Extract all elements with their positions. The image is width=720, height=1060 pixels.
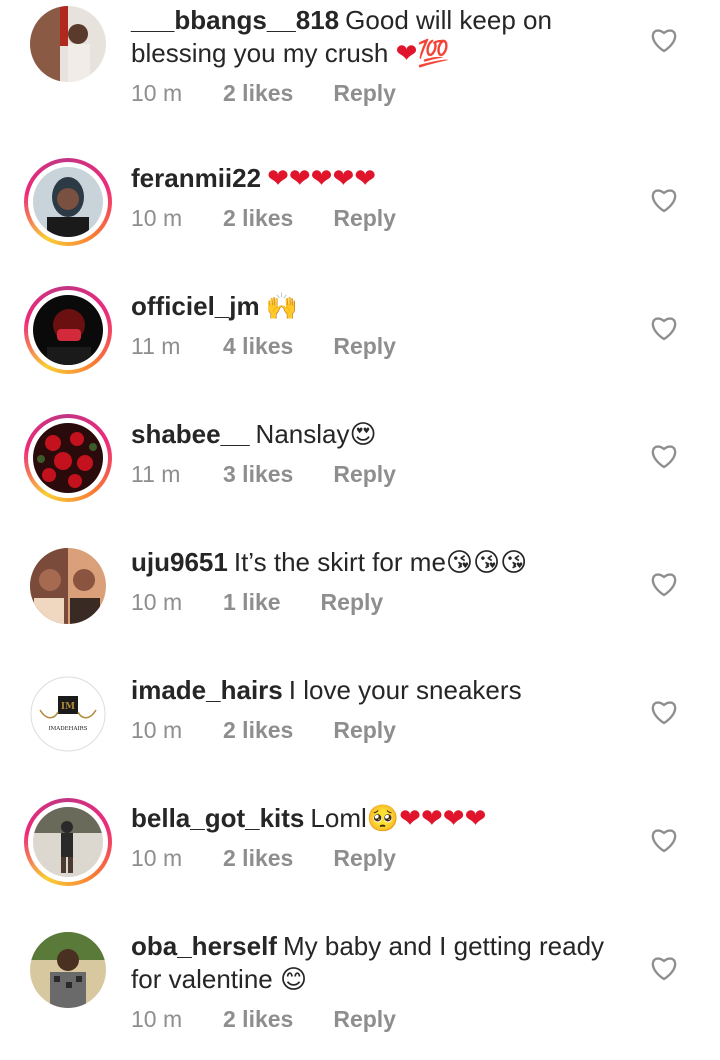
comment-time: 11 m — [131, 461, 181, 487]
comment-username[interactable]: uju9651 — [131, 547, 228, 577]
like-heart-icon[interactable] — [650, 827, 678, 853]
comment-meta: 10 m 2 likes Reply — [131, 1006, 631, 1033]
comment-username[interactable]: shabee__ — [131, 419, 250, 449]
comment-username[interactable]: ___bbangs__818 — [131, 5, 339, 35]
comment-username[interactable]: bella_got_kits — [131, 803, 304, 833]
comment-likes[interactable]: 2 likes — [223, 205, 293, 232]
comment-username[interactable]: oba_herself — [131, 931, 277, 961]
like-heart-icon[interactable] — [650, 187, 678, 213]
comment-body: uju9651 It’s the skirt for me😘😘😘 10 m 1 l… — [131, 546, 631, 616]
red-heart-emoji: ❤ — [464, 803, 487, 833]
avatar-image — [33, 167, 103, 237]
comment-body: feranmii22 ❤❤❤❤❤ 10 m 2 likes Reply — [131, 162, 631, 232]
avatar[interactable] — [24, 158, 112, 246]
avatar[interactable]: IM IMADEHAIRS — [24, 670, 112, 758]
red-heart-emoji: ❤ — [354, 163, 377, 193]
comment-body: ___bbangs__818 Good will keep on blessing… — [131, 4, 631, 107]
reply-button[interactable]: Reply — [333, 333, 396, 360]
avatar-image — [30, 6, 106, 82]
avatar[interactable] — [24, 798, 112, 886]
avatar-image — [30, 932, 106, 1008]
avatar[interactable] — [24, 414, 112, 502]
like-heart-icon[interactable] — [650, 571, 678, 597]
comment-time: 10 m — [131, 80, 183, 106]
avatar-image: IM IMADEHAIRS — [30, 676, 106, 752]
comment-likes[interactable]: 2 likes — [223, 1006, 293, 1033]
comment-meta: 10 m 2 likes Reply — [131, 717, 631, 744]
red-heart-emoji: ❤ — [267, 163, 289, 193]
comment-meta: 10 m 2 likes Reply — [131, 845, 631, 872]
comment-time: 11 m — [131, 333, 181, 359]
reply-button[interactable]: Reply — [333, 845, 396, 872]
avatar-image — [33, 807, 103, 877]
comment-text: 🙌 — [265, 291, 298, 321]
avatar-image — [33, 423, 103, 493]
comment-meta: 10 m 1 like Reply — [131, 589, 631, 616]
comment-text: It’s the skirt for me😘😘😘 — [233, 547, 528, 577]
avatar[interactable] — [24, 542, 112, 630]
comment-text: Nanslay😍 — [255, 419, 377, 449]
reply-button[interactable]: Reply — [333, 1006, 396, 1033]
comment-meta: 10 m 2 likes Reply — [131, 205, 631, 232]
avatar-image — [33, 295, 103, 365]
comment-body: shabee__ Nanslay😍 11 m 3 likes Reply — [131, 418, 631, 488]
comment-username[interactable]: imade_hairs — [131, 675, 283, 705]
comment-text: I love your sneakers — [288, 675, 522, 705]
red-heart-emoji: ❤ — [395, 38, 418, 68]
reply-button[interactable]: Reply — [333, 717, 396, 744]
like-heart-icon[interactable] — [650, 315, 678, 341]
comment-text: ❤❤❤❤❤ — [267, 163, 376, 193]
red-heart-emoji: ❤ — [332, 163, 355, 193]
comment-likes[interactable]: 2 likes — [223, 717, 293, 744]
reply-button[interactable]: Reply — [321, 589, 384, 616]
like-heart-icon[interactable] — [650, 955, 678, 981]
avatar[interactable] — [24, 0, 112, 88]
red-heart-emoji: ❤ — [310, 163, 333, 193]
comment-time: 10 m — [131, 845, 183, 871]
comment-time: 10 m — [131, 717, 183, 743]
red-heart-emoji: ❤ — [399, 803, 421, 833]
comment-likes[interactable]: 1 like — [223, 589, 281, 616]
reply-button[interactable]: Reply — [333, 205, 396, 232]
comment-meta: 11 m 3 likes Reply — [131, 461, 631, 488]
comment-username[interactable]: feranmii22 — [131, 163, 261, 193]
avatar[interactable] — [24, 926, 112, 1014]
comment-body: officiel_jm 🙌 11 m 4 likes Reply — [131, 290, 631, 360]
red-heart-emoji: ❤ — [288, 163, 311, 193]
comment-likes[interactable]: 2 likes — [223, 845, 293, 872]
svg-text:IM: IM — [61, 702, 75, 712]
comment-body: imade_hairs I love your sneakers 10 m 2 l… — [131, 674, 631, 744]
avatar[interactable] — [24, 286, 112, 374]
comment-time: 10 m — [131, 205, 183, 231]
comment-likes[interactable]: 4 likes — [223, 333, 293, 360]
comment-meta: 11 m 4 likes Reply — [131, 333, 631, 360]
red-heart-emoji: ❤ — [442, 803, 465, 833]
comment-body: oba_herself My baby and I getting ready f… — [131, 930, 631, 1033]
comment-likes[interactable]: 3 likes — [223, 461, 293, 488]
logo-text: IMADEHAIRS — [48, 726, 87, 732]
comment-time: 10 m — [131, 589, 183, 615]
reply-button[interactable]: Reply — [333, 461, 396, 488]
avatar-image — [30, 548, 106, 624]
comment-text: Loml🥺❤❤❤❤ — [310, 803, 487, 833]
comment-meta: 10 m 2 likes Reply — [131, 80, 631, 107]
comment-time: 10 m — [131, 1006, 183, 1032]
comment-body: bella_got_kits Loml🥺❤❤❤❤ 10 m 2 likes Rep… — [131, 802, 631, 872]
comment-username[interactable]: officiel_jm — [131, 291, 260, 321]
like-heart-icon[interactable] — [650, 699, 678, 725]
comment-likes[interactable]: 2 likes — [223, 80, 293, 107]
red-heart-emoji: ❤ — [420, 803, 443, 833]
reply-button[interactable]: Reply — [333, 80, 396, 107]
like-heart-icon[interactable] — [650, 27, 678, 53]
like-heart-icon[interactable] — [650, 443, 678, 469]
